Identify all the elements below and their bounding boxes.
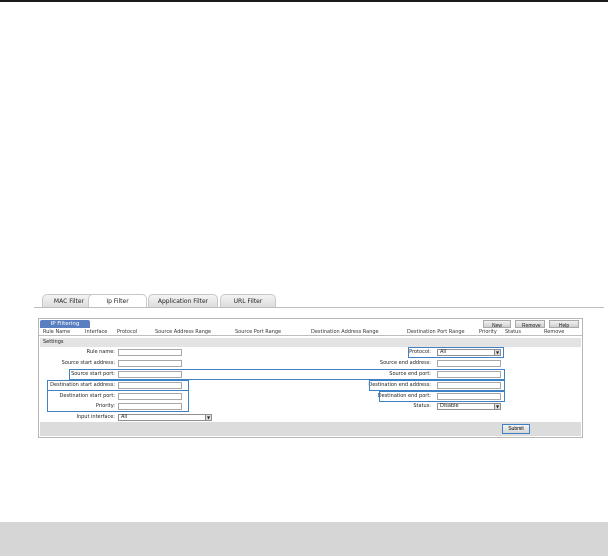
col-protocol: Protocol: [117, 329, 138, 335]
destination-end-address-input[interactable]: [437, 382, 501, 389]
status-label: Status:: [413, 403, 431, 409]
destination-start-port-input[interactable]: [118, 393, 182, 400]
filter-tabs: MAC Filter Ip Filter Application Filter …: [34, 294, 604, 308]
col-priority: Priority: [479, 329, 497, 335]
table-header: Rule Name Interface Protocol Source Addr…: [39, 328, 582, 336]
source-end-port-label: Source end port:: [389, 371, 431, 377]
col-destination-address-range: Destination Address Range: [311, 329, 379, 335]
col-source-port-range: Source Port Range: [235, 329, 282, 335]
status-select[interactable]: Disable ▼: [437, 403, 501, 410]
rule-name-label: Rule name:: [86, 349, 115, 355]
new-button[interactable]: New: [483, 320, 511, 329]
chevron-down-icon: ▼: [205, 415, 211, 420]
source-start-port-label: Source start port:: [71, 371, 115, 377]
col-rule-name: Rule Name: [43, 329, 71, 335]
chevron-down-icon: ▼: [494, 404, 500, 409]
help-button[interactable]: Help: [549, 320, 579, 329]
remove-button[interactable]: Remove: [515, 320, 545, 329]
destination-end-address-label: Destination end address:: [368, 382, 431, 388]
priority-label: Priority:: [95, 403, 115, 409]
destination-start-address-input[interactable]: [118, 382, 182, 389]
settings-header: Settings: [40, 338, 581, 347]
col-source-address-range: Source Address Range: [155, 329, 212, 335]
priority-input[interactable]: [118, 403, 182, 410]
tab-application-filter[interactable]: Application Filter: [148, 294, 218, 307]
col-status: Status: [505, 329, 521, 335]
input-interface-label: Input interface:: [76, 414, 115, 420]
destination-end-port-label: Destination end port:: [377, 393, 431, 399]
input-interface-select[interactable]: All ▼: [118, 414, 212, 421]
status-value: Disable: [440, 403, 459, 409]
destination-end-port-input[interactable]: [437, 393, 501, 400]
source-start-address-label: Source start address:: [61, 360, 115, 366]
source-end-port-input[interactable]: [437, 371, 501, 378]
col-remove: Remove: [544, 329, 565, 335]
protocol-select[interactable]: All ▼: [437, 349, 501, 356]
input-interface-value: All: [121, 414, 128, 420]
source-end-address-label: Source end address:: [379, 360, 431, 366]
submit-button[interactable]: Submit: [502, 424, 530, 434]
col-interface: Interface: [85, 329, 108, 335]
destination-start-port-label: Destination start port:: [59, 393, 115, 399]
col-destination-port-range: Destination Port Range: [407, 329, 465, 335]
tab-ip-filter[interactable]: Ip Filter: [88, 294, 147, 308]
tab-url-filter[interactable]: URL Filter: [220, 294, 276, 307]
source-end-address-input[interactable]: [437, 360, 501, 367]
top-divider: [0, 0, 608, 2]
protocol-label: Protocol:: [409, 349, 431, 355]
bottom-bar: [0, 522, 608, 556]
source-start-address-input[interactable]: [118, 360, 182, 367]
panel-title: IP Filtering: [40, 320, 90, 328]
ip-filtering-panel: IP Filtering New Remove Help Rule Name I…: [38, 318, 583, 438]
protocol-value: All: [440, 349, 447, 355]
destination-start-address-label: Destination start address:: [50, 382, 115, 388]
rule-name-input[interactable]: [118, 349, 182, 356]
source-start-port-input[interactable]: [118, 371, 182, 378]
chevron-down-icon: ▼: [494, 350, 500, 355]
form-footer: Submit: [40, 422, 581, 436]
